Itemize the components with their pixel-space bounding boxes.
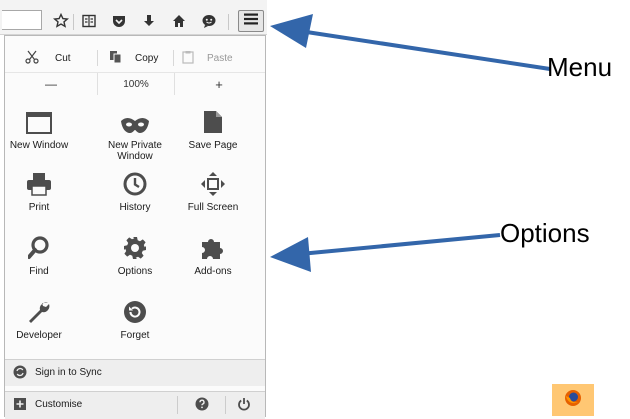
firefox-logo-icon (564, 389, 582, 412)
options-arrowhead (270, 237, 311, 272)
menu-arrow-line (299, 29, 551, 71)
menu-arrowhead (270, 14, 313, 48)
options-arrow-line (299, 233, 501, 256)
annotation-arrows (270, 14, 551, 272)
taskbar-firefox-button[interactable] (552, 384, 594, 416)
options-callout-label: Options (500, 218, 590, 248)
menu-callout-label: Menu (547, 52, 613, 82)
